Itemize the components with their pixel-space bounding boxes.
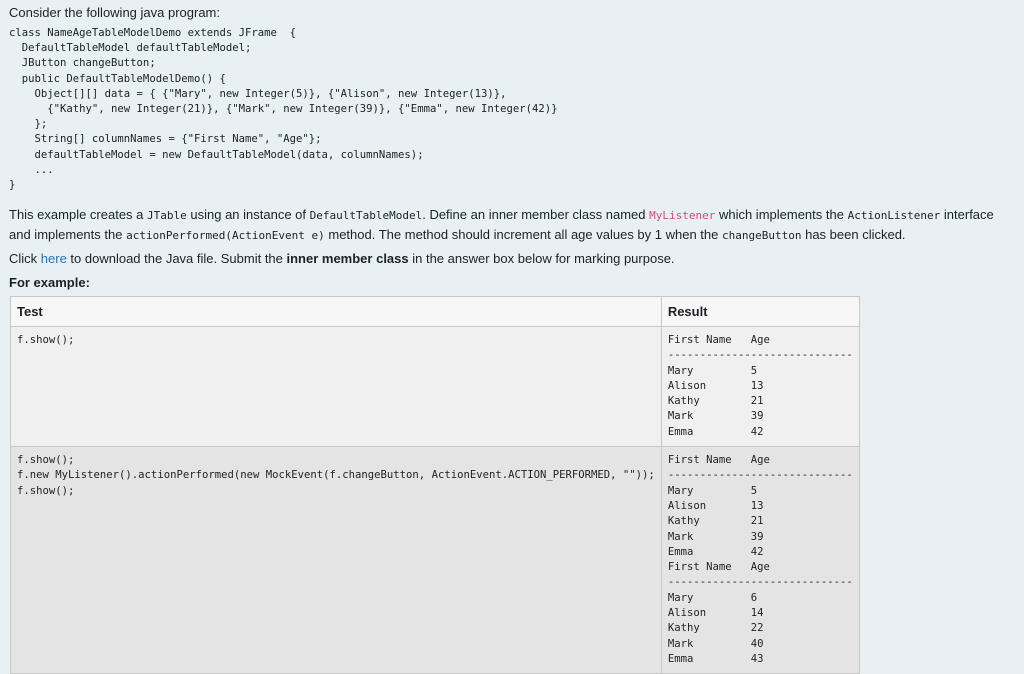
inline-code: ActionListener xyxy=(847,209,941,222)
bold-text: inner member class xyxy=(286,251,409,266)
code-line: JButton changeButton; xyxy=(9,57,156,70)
table-row: f.show(); First Name Age ---------------… xyxy=(10,325,860,448)
result-cell: First Name Age -------------------------… xyxy=(660,446,860,674)
inline-code: JTable xyxy=(147,209,187,222)
column-header-test: Test xyxy=(10,296,662,327)
text: which implements the xyxy=(715,207,848,222)
table-row: f.show(); f.new MyListener().actionPerfo… xyxy=(10,446,860,674)
code-line: } xyxy=(9,179,16,192)
download-link[interactable]: here xyxy=(41,251,67,266)
code-line: ... xyxy=(9,163,54,176)
text: to download the Java file. Submit the xyxy=(66,251,287,266)
download-paragraph: Click here to download the Java file. Su… xyxy=(9,249,1015,268)
text: . Define an inner member class named xyxy=(422,207,650,222)
description-paragraph: This example creates a JTable using an i… xyxy=(9,205,1015,245)
column-header-result: Result xyxy=(660,296,860,327)
code-line: }; xyxy=(9,118,48,131)
inline-code: DefaultTableModel xyxy=(309,209,423,222)
text: in the answer box below for marking purp… xyxy=(408,251,675,266)
text: has been clicked. xyxy=(801,227,906,242)
text: method. The method should increment all … xyxy=(324,227,722,242)
test-cell: f.show(); f.new MyListener().actionPerfo… xyxy=(10,446,662,674)
question-intro: Consider the following java program: xyxy=(9,5,220,20)
text: Click xyxy=(9,251,41,266)
example-table: Test Result f.show(); First Name Age ---… xyxy=(10,296,860,674)
code-line: {"Kathy", new Integer(21)}, {"Mark", new… xyxy=(9,103,558,116)
test-cell: f.show(); xyxy=(10,325,662,448)
table-header-row: Test Result xyxy=(10,296,860,327)
code-line: Object[][] data = { {"Mary", new Integer… xyxy=(9,87,507,100)
inline-code: actionPerformed(ActionEvent e) xyxy=(126,229,325,242)
code-line: class NameAgeTableModelDemo extends JFra… xyxy=(9,27,297,39)
for-example-label: For example: xyxy=(9,275,90,290)
inline-code: changeButton xyxy=(722,229,802,242)
code-block: class NameAgeTableModelDemo extends JFra… xyxy=(9,26,558,193)
result-cell: First Name Age -------------------------… xyxy=(660,325,860,448)
code-line: String[] columnNames = {"First Name", "A… xyxy=(9,133,322,146)
code-line: public DefaultTableModelDemo() { xyxy=(9,72,226,85)
inline-code-highlight: MyListener xyxy=(649,209,716,222)
text: using an instance of xyxy=(186,207,310,222)
code-line: defaultTableModel = new DefaultTableMode… xyxy=(9,148,424,161)
code-line: DefaultTableModel defaultTableModel; xyxy=(9,42,252,55)
text: This example creates a xyxy=(9,207,148,222)
